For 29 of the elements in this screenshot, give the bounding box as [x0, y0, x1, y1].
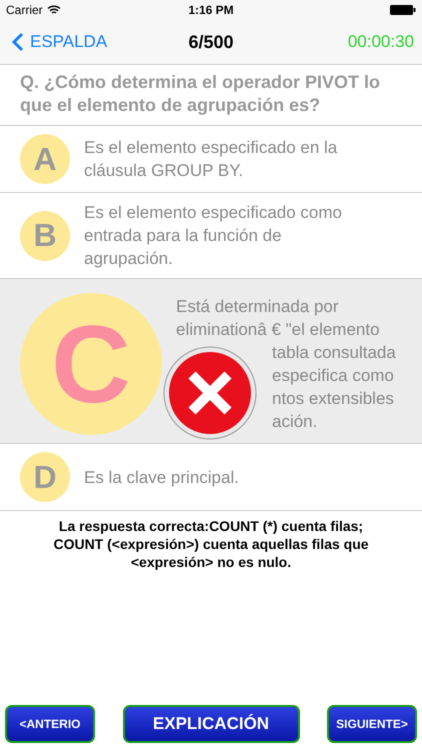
letter-badge: B: [20, 210, 70, 260]
correct-answer-text: La respuesta correcta:COUNT (*) cuenta filas; COUNT (<expresión>) cuenta aquellas filas que <expresión> no es nulo.: [52, 517, 370, 572]
question-text: Q. ¿Cómo determina el operador PIVOT lo que el elemento de agrupación es?: [0, 65, 422, 126]
answer-option[interactable]: A Es el elemento especificado en la cláusula GROUP BY.: [0, 126, 422, 193]
carrier-label: Carrier: [6, 3, 43, 17]
status-time: 1:16 PM: [188, 3, 234, 17]
option-text: Es el elemento especificado como entrada para la función de agrupación.: [84, 202, 343, 270]
nav-button[interactable]: SIGUIENTE>: [327, 705, 417, 743]
letter-badge: A: [20, 134, 70, 184]
wifi-icon: [46, 5, 61, 15]
nav-button[interactable]: <ANTERIO: [5, 705, 95, 743]
option-text: Está determinada por: [176, 296, 340, 318]
letter-badge: D: [20, 452, 70, 502]
answer-option[interactable]: C Está determinada por eliminationâ € "el elemento tabla consultada especifica como ntos extensibles ación.: [0, 279, 422, 444]
option-text: Es el elemento especificado en la cláusula GROUP BY.: [84, 137, 338, 182]
chevron-left-icon: [12, 32, 24, 52]
option-text: especifica como: [271, 365, 395, 387]
explanation-button[interactable]: EXPLICACIÓN: [122, 705, 300, 743]
option-text: eliminationâ € "el elemento: [176, 319, 381, 341]
option-text: Es la clave principal.: [84, 466, 240, 488]
question-counter: 6/500: [188, 32, 234, 52]
timer: 00:00:30: [348, 32, 414, 52]
letter-badge: C: [20, 293, 162, 435]
battery-icon: [390, 5, 416, 15]
answer-option[interactable]: D Es la clave principal.: [0, 444, 422, 511]
back-button[interactable]: ESPALDA: [12, 32, 108, 52]
option-text: ntos extensibles: [271, 388, 395, 410]
option-text: tabla consultada: [271, 342, 397, 364]
option-text: ación.: [271, 411, 318, 433]
